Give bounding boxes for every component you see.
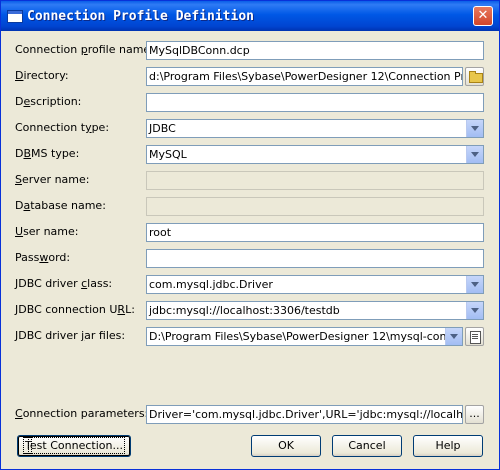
jdbc-driver-class-select[interactable]: com.mysql.jdbc.Driver bbox=[146, 275, 484, 294]
description-label: Description: bbox=[15, 95, 82, 108]
dbms-type-select[interactable]: MySQL bbox=[146, 145, 484, 164]
jdbc-driver-jar-files-label: JDBC driver jar files: bbox=[15, 329, 126, 342]
close-button[interactable]: ✕ bbox=[473, 6, 493, 26]
test-connection-button[interactable]: Test Connection... bbox=[17, 435, 131, 457]
connection-type-select[interactable]: JDBC bbox=[146, 119, 484, 138]
window-icon bbox=[7, 10, 23, 23]
server-name-input bbox=[146, 171, 484, 190]
browse-directory-button[interactable] bbox=[465, 67, 484, 86]
jdbc-connection-url-select[interactable]: jdbc:mysql://localhost:3306/testdb bbox=[146, 301, 484, 320]
folder-icon bbox=[469, 71, 483, 83]
connection-type-label: Connection type: bbox=[15, 121, 110, 134]
close-icon: ✕ bbox=[477, 8, 489, 23]
profile-name-input[interactable]: MySqlDBConn.dcp bbox=[146, 41, 484, 60]
jdbc-driver-jar-files-select[interactable]: D:\Program Files\Sybase\PowerDesigner 12… bbox=[146, 327, 463, 346]
dbms-type-label: DBMS type: bbox=[15, 147, 80, 160]
directory-input[interactable]: d:\Program Files\Sybase\PowerDesigner 12… bbox=[146, 67, 463, 86]
dbms-type-value: MySQL bbox=[149, 148, 187, 161]
chevron-down-icon[interactable] bbox=[466, 302, 483, 319]
dialog-window: Connection Profile Definition ✕ Connecti… bbox=[0, 0, 500, 470]
title-bar[interactable]: Connection Profile Definition ✕ bbox=[1, 1, 499, 31]
connection-type-value: JDBC bbox=[149, 122, 176, 135]
description-input[interactable] bbox=[146, 93, 484, 112]
ok-button[interactable]: OK bbox=[251, 435, 321, 457]
server-name-label: Server name: bbox=[15, 173, 90, 186]
jdbc-connection-url-value: jdbc:mysql://localhost:3306/testdb bbox=[149, 304, 340, 317]
connection-parameters-label: Connection parameters: bbox=[15, 407, 149, 420]
document-icon bbox=[470, 331, 481, 344]
jdbc-driver-class-label: JDBC driver class: bbox=[15, 277, 113, 290]
cancel-button[interactable]: Cancel bbox=[332, 435, 402, 457]
profile-name-label: Connection profile name: bbox=[15, 43, 154, 56]
help-button[interactable]: Help bbox=[413, 435, 483, 457]
jdbc-connection-url-label: JDBC connection URL: bbox=[15, 303, 135, 316]
browse-jar-files-button[interactable] bbox=[465, 327, 484, 346]
jdbc-driver-jar-files-value: D:\Program Files\Sybase\PowerDesigner 12… bbox=[149, 330, 463, 343]
chevron-down-icon[interactable] bbox=[466, 276, 483, 293]
user-name-input[interactable]: root bbox=[146, 223, 484, 242]
window-title: Connection Profile Definition bbox=[27, 9, 254, 24]
connection-parameters-input[interactable]: Driver='com.mysql.jdbc.Driver',URL='jdbc… bbox=[146, 405, 463, 424]
password-label: Password: bbox=[15, 251, 71, 264]
password-input[interactable] bbox=[146, 249, 484, 268]
chevron-down-icon[interactable] bbox=[445, 328, 462, 345]
edit-parameters-button[interactable]: ... bbox=[465, 405, 484, 424]
database-name-label: Database name: bbox=[15, 199, 106, 212]
user-name-label: User name: bbox=[15, 225, 79, 238]
chevron-down-icon[interactable] bbox=[466, 146, 483, 163]
database-name-input bbox=[146, 197, 484, 216]
jdbc-driver-class-value: com.mysql.jdbc.Driver bbox=[149, 278, 273, 291]
chevron-down-icon[interactable] bbox=[466, 120, 483, 137]
directory-label: Directory: bbox=[15, 69, 69, 82]
